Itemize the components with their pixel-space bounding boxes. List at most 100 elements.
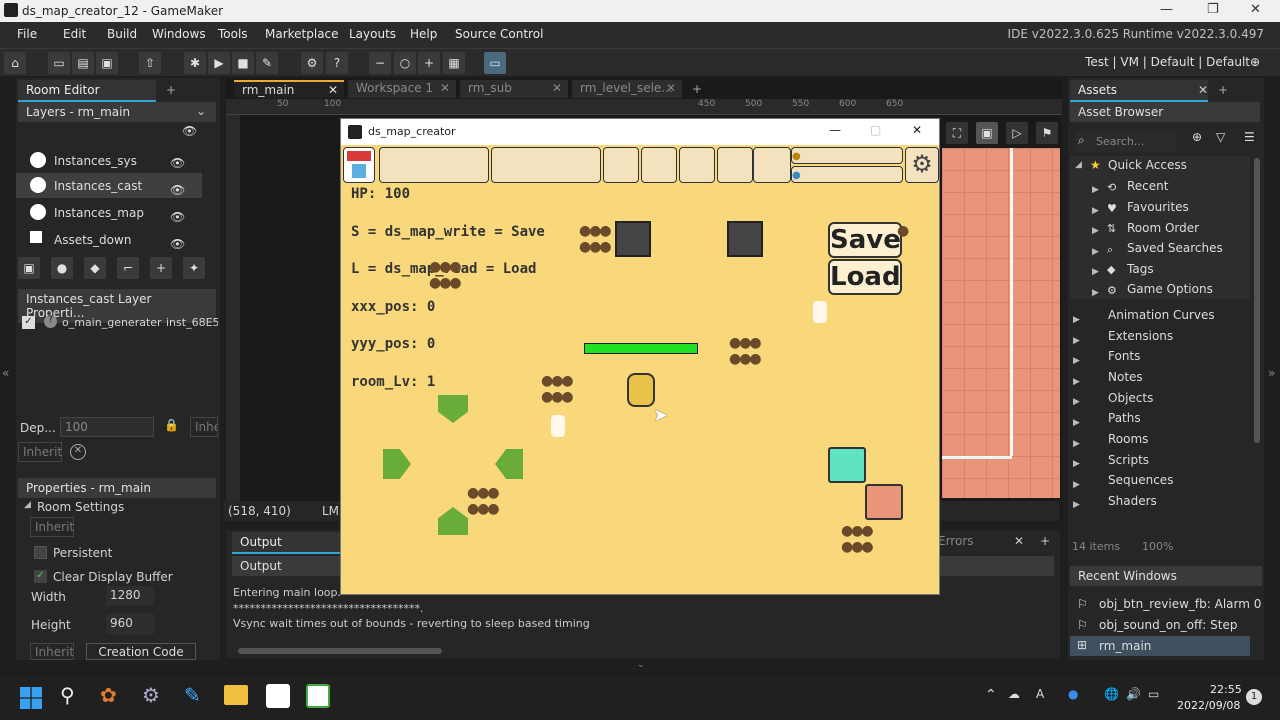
clock-time[interactable]: 22:55 — [1210, 683, 1242, 696]
tab-rm-level-select[interactable]: rm_level_sele... ✕ — [572, 80, 682, 98]
assets-tab[interactable]: Assets — [1070, 80, 1208, 102]
inherit-room-button[interactable]: Inherit — [30, 517, 74, 537]
file-explorer-icon[interactable] — [224, 685, 248, 705]
zoom-in-icon[interactable]: + — [418, 52, 440, 74]
inherit-button[interactable]: Inherit — [18, 442, 62, 462]
close-icon[interactable]: ✕ — [912, 123, 922, 137]
layers-dropdown[interactable]: Layers - rm_main — [18, 102, 216, 122]
shield-icon[interactable]: ● — [1068, 687, 1078, 701]
arrow-left-pad[interactable] — [495, 449, 523, 479]
minimize-icon[interactable]: — — [1160, 2, 1173, 17]
menu-file[interactable]: File — [17, 27, 37, 41]
close-tab-icon[interactable]: ✕ — [666, 81, 676, 95]
tab-rm-sub[interactable]: rm_sub ✕ — [460, 80, 568, 98]
instance-layer-add-icon[interactable]: ● — [51, 257, 73, 279]
start-icon[interactable] — [20, 687, 42, 709]
salmon-block[interactable] — [865, 484, 903, 520]
instance-object-name[interactable]: o_main_generater — [62, 316, 162, 329]
add-tab-icon[interactable]: + — [1040, 534, 1050, 548]
folder-animation-curves[interactable]: Animation Curves — [1108, 308, 1215, 322]
asset-layer-add-icon[interactable]: + — [150, 257, 172, 279]
collapse-right-icon[interactable]: » — [1268, 366, 1275, 380]
close-icon[interactable]: ✕ — [1198, 83, 1208, 97]
inventory-slot[interactable] — [679, 147, 715, 183]
assets-scrollbar[interactable] — [1254, 158, 1260, 443]
quick-item-room-order[interactable]: Room Order — [1127, 221, 1199, 235]
folder-paths[interactable]: Paths — [1108, 411, 1141, 425]
inventory-slot[interactable] — [491, 147, 601, 183]
home-shop-icon[interactable] — [343, 147, 375, 183]
room-canvas-tiles[interactable] — [942, 148, 1060, 498]
inventory-slot[interactable] — [641, 147, 677, 183]
filter-icon[interactable]: ⚑ — [1036, 122, 1058, 144]
maximize-icon[interactable]: ❐ — [1207, 2, 1219, 17]
volume-icon[interactable]: 🔊 — [1126, 687, 1141, 701]
maximize-icon[interactable]: ▢ — [870, 123, 881, 137]
search-input[interactable]: Search... — [1076, 132, 1176, 152]
input-method-icon[interactable]: A — [1036, 687, 1044, 701]
inherit-creation-button[interactable]: Inherit — [30, 643, 74, 660]
add-tab-icon[interactable]: + — [692, 82, 702, 96]
zoom-reset-icon[interactable]: ○ — [394, 52, 416, 74]
add-asset-icon[interactable]: ⊕ — [1192, 130, 1202, 144]
quick-item-tags[interactable]: Tags — [1127, 262, 1154, 276]
tab-workspace-1[interactable]: Workspace 1 ✕ — [348, 80, 456, 98]
menu-marketplace[interactable]: Marketplace — [265, 27, 339, 41]
help-icon[interactable]: ? — [326, 52, 348, 74]
player-character[interactable] — [627, 373, 655, 407]
settings-icon[interactable]: ⚙ — [142, 683, 160, 707]
layer-visibility-icon[interactable]: 👁 👁 👁 👁 — [170, 150, 185, 258]
bone-item[interactable] — [551, 415, 565, 437]
inventory-slot[interactable] — [753, 147, 791, 183]
window-mode-icon[interactable]: ▭ — [484, 52, 506, 74]
expand-icon[interactable]: ◢ — [24, 500, 31, 510]
clear-icon[interactable]: ✕ — [70, 444, 86, 460]
cloud-icon[interactable]: ☁ — [1008, 687, 1020, 701]
quick-item-saved-searches[interactable]: Saved Searches — [1127, 241, 1223, 255]
tab-rm-main[interactable]: rm_main ✕ — [234, 80, 344, 98]
run-icon[interactable]: ▶ — [208, 52, 230, 74]
asset-browser-dropdown[interactable]: Asset Browser — [1070, 102, 1260, 122]
menu-source-control[interactable]: Source Control — [455, 27, 543, 41]
menu-tools[interactable]: Tools — [218, 27, 248, 41]
menu-help[interactable]: Help — [410, 27, 437, 41]
teal-block[interactable] — [828, 447, 866, 483]
recent-windows-dropdown[interactable]: Recent Windows — [1070, 566, 1262, 586]
close-icon[interactable]: ✕ — [1250, 2, 1261, 17]
layer-row-assets-down[interactable]: Assets_down — [16, 227, 220, 252]
fullscreen-icon[interactable]: ⛶ — [946, 122, 968, 144]
chevron-down-icon[interactable]: ⌄ — [637, 660, 645, 670]
arrow-down-pad[interactable] — [438, 395, 468, 423]
frame-icon[interactable]: ▣ — [976, 122, 998, 144]
folder-expand-icons[interactable]: ▶ ▶ ▶ ▶ ▶ ▶ ▶ ▶ ▶ ▶ — [1073, 310, 1080, 516]
gear-icon[interactable]: ⚙ — [905, 147, 939, 183]
arrow-up-pad[interactable] — [438, 507, 468, 535]
folder-sequences[interactable]: Sequences — [1108, 473, 1173, 487]
bone-item[interactable] — [813, 301, 827, 323]
effect-layer-icon[interactable]: ✦ — [183, 257, 205, 279]
menu-build[interactable]: Build — [107, 27, 137, 41]
folder-shaders[interactable]: Shaders — [1108, 494, 1157, 508]
menu-icon[interactable]: ☰ — [1244, 130, 1255, 144]
battery-icon[interactable]: ▭ — [1148, 687, 1159, 701]
quick-item-recent[interactable]: Recent — [1127, 179, 1168, 193]
recent-window-selected[interactable] — [1070, 636, 1250, 656]
menu-windows[interactable]: Windows — [152, 27, 206, 41]
open-folder-icon[interactable]: ▤ — [72, 52, 94, 74]
chevron-up-icon[interactable]: ⌃ — [985, 687, 997, 703]
zoom-out-icon[interactable]: − — [369, 52, 391, 74]
debug-icon[interactable]: ✱ — [184, 52, 206, 74]
save-button[interactable]: Save — [828, 222, 902, 258]
folder-fonts[interactable]: Fonts — [1108, 349, 1140, 363]
visibility-eye-icon[interactable]: 👁 — [182, 124, 197, 138]
expand-icon[interactable]: ◢ — [1075, 160, 1082, 170]
package-icon[interactable]: ⇧ — [139, 52, 161, 74]
recent-window-item[interactable]: rm_main — [1099, 639, 1151, 653]
arrow-right-pad[interactable] — [383, 449, 411, 479]
target-selector[interactable]: Test | VM | Default | Default — [1085, 55, 1250, 69]
output-scrollbar[interactable] — [238, 648, 442, 654]
width-input[interactable]: 1280 — [106, 586, 154, 606]
instance-checkbox[interactable]: ✓ — [22, 316, 35, 329]
path-layer-icon[interactable]: ⌐ — [117, 257, 139, 279]
stairs-icon[interactable] — [727, 221, 763, 257]
